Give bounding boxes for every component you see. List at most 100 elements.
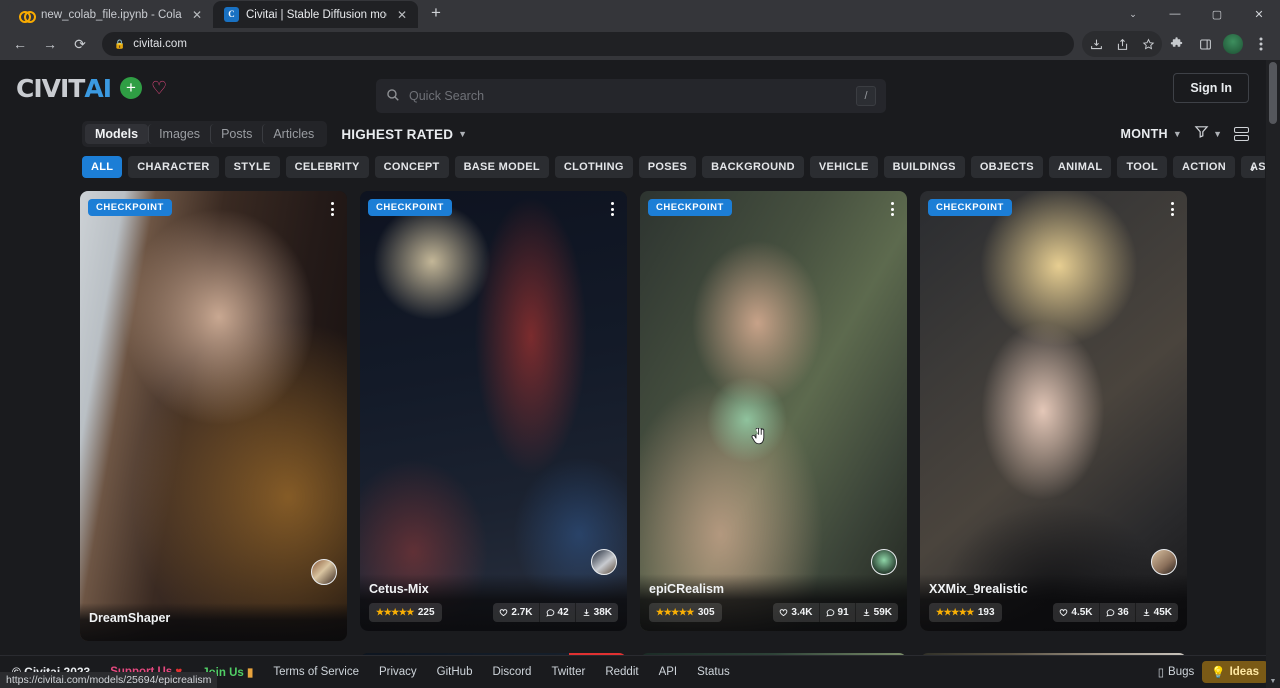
chip-character[interactable]: CHARACTER: [128, 156, 218, 178]
page-scrollbar[interactable]: ▲ ▼: [1266, 60, 1280, 688]
chip-celebrity[interactable]: CELEBRITY: [286, 156, 369, 178]
scrollbar-thumb[interactable]: [1269, 62, 1277, 124]
chip-background[interactable]: BACKGROUND: [702, 156, 804, 178]
model-grid: CHECKPOINT DreamShaper CHECKPOINT Cetus-…: [0, 182, 1265, 688]
colab-icon: [19, 7, 34, 22]
card-menu-icon[interactable]: [1168, 199, 1177, 219]
model-card[interactable]: CHECKPOINT epiCRealism ★★★★★ 305: [640, 191, 907, 631]
stars-icon: ★★★★★: [936, 607, 974, 618]
footer-link-twitter[interactable]: Twitter: [551, 666, 585, 678]
chip-concept[interactable]: CONCEPT: [375, 156, 449, 178]
window-maximize-button[interactable]: ▢: [1196, 0, 1238, 28]
status-badge: CHECKPOINT: [88, 199, 172, 216]
tab-articles[interactable]: Articles: [262, 124, 324, 144]
chip-base-model[interactable]: BASE MODEL: [455, 156, 549, 178]
footer-link-github[interactable]: GitHub: [437, 666, 473, 678]
bookmark-star-icon[interactable]: [1135, 31, 1161, 57]
tab-images[interactable]: Images: [148, 124, 210, 144]
creator-avatar[interactable]: [1151, 549, 1177, 575]
footer-link-privacy[interactable]: Privacy: [379, 666, 417, 678]
model-thumbnail: [920, 191, 1187, 631]
card-menu-icon[interactable]: [608, 199, 617, 219]
model-card[interactable]: CHECKPOINT XXMix_9realistic ★★★★★ 193: [920, 191, 1187, 631]
profile-avatar[interactable]: [1220, 31, 1246, 57]
creator-avatar[interactable]: [311, 559, 337, 585]
browser-tab-civitai[interactable]: C Civitai | Stable Diffusion models, ✕: [213, 1, 418, 28]
scroll-down-icon[interactable]: ▼: [1266, 674, 1280, 688]
logo-part-1: CIVIT: [16, 74, 84, 103]
engagement-pills: 2.7K 42 38K: [493, 603, 618, 622]
chip-tool[interactable]: TOOL: [1117, 156, 1167, 178]
card-menu-icon[interactable]: [328, 199, 337, 219]
downloads-stat: 45K: [1135, 603, 1178, 622]
sign-in-button[interactable]: Sign In: [1173, 73, 1249, 103]
browser-tab-colab[interactable]: new_colab_file.ipynb - Colaborat ✕: [8, 1, 213, 28]
window-close-button[interactable]: ✕: [1238, 0, 1280, 28]
tab-close-icon[interactable]: ✕: [394, 7, 410, 23]
chip-objects[interactable]: OBJECTS: [971, 156, 1043, 178]
chip-animal[interactable]: ANIMAL: [1049, 156, 1112, 178]
engagement-pills: 4.5K 36 45K: [1053, 603, 1178, 622]
footer-link-status[interactable]: Status: [697, 666, 730, 678]
page-content: CIVIT AI + ♡ Quick Search / Sign In: [0, 60, 1265, 688]
filter-button[interactable]: ▼: [1194, 124, 1222, 144]
creator-avatar[interactable]: [871, 549, 897, 575]
forward-button[interactable]: →: [36, 30, 64, 58]
address-bar-url: civitai.com: [133, 38, 187, 50]
chips-scroll-right-icon[interactable]: ›: [1251, 160, 1255, 175]
search-input[interactable]: Quick Search /: [376, 79, 886, 113]
bugs-button[interactable]: ▯ Bugs: [1158, 665, 1195, 679]
chip-clothing[interactable]: CLOTHING: [555, 156, 633, 178]
model-title: DreamShaper: [89, 611, 338, 625]
period-dropdown[interactable]: MONTH ▼: [1121, 127, 1183, 141]
card-menu-icon[interactable]: [888, 199, 897, 219]
create-button[interactable]: +: [120, 77, 142, 99]
creator-avatar[interactable]: [591, 549, 617, 575]
ideas-button[interactable]: 💡 Ideas: [1202, 661, 1268, 683]
status-badge: CHECKPOINT: [368, 199, 452, 216]
window-minimize-button[interactable]: —: [1154, 0, 1196, 28]
card-footer: XXMix_9realistic ★★★★★ 193 4.5K: [920, 574, 1187, 631]
rating-pill: ★★★★★ 225: [369, 603, 442, 622]
chip-style[interactable]: STYLE: [225, 156, 280, 178]
address-bar[interactable]: 🔒 civitai.com: [102, 32, 1074, 56]
nav-right-controls: MONTH ▼ ▼: [1121, 124, 1249, 144]
install-icon[interactable]: [1083, 31, 1109, 57]
model-thumbnail: [80, 191, 347, 641]
heart-icon[interactable]: ♡: [151, 79, 167, 97]
reload-button[interactable]: ⟳: [66, 30, 94, 58]
chip-buildings[interactable]: BUILDINGS: [884, 156, 965, 178]
chip-action[interactable]: ACTION: [1173, 156, 1235, 178]
chrome-menu-icon[interactable]: [1248, 31, 1274, 57]
likes-stat: 3.4K: [773, 603, 818, 622]
tab-models[interactable]: Models: [85, 124, 148, 144]
browser-toolbar: ← → ⟳ 🔒 civitai.com: [0, 28, 1280, 60]
site-logo[interactable]: CIVIT AI + ♡: [16, 74, 167, 103]
side-panel-icon[interactable]: [1192, 31, 1218, 57]
stars-icon: ★★★★★: [376, 607, 414, 618]
new-tab-button[interactable]: +: [422, 0, 450, 27]
footer-link-terms[interactable]: Terms of Service: [273, 666, 359, 678]
tab-posts[interactable]: Posts: [210, 124, 262, 144]
footer-link-api[interactable]: API: [659, 666, 678, 678]
model-card[interactable]: CHECKPOINT DreamShaper: [80, 191, 347, 641]
chevron-down-icon: ▼: [1173, 129, 1182, 139]
chip-vehicle[interactable]: VEHICLE: [810, 156, 878, 178]
tab-close-icon[interactable]: ✕: [189, 7, 205, 23]
footer-link-reddit[interactable]: Reddit: [605, 666, 638, 678]
tab-strip: new_colab_file.ipynb - Colaborat ✕ C Civ…: [0, 0, 1280, 28]
tab-title: new_colab_file.ipynb - Colaborat: [41, 9, 182, 21]
downloads-stat: 38K: [575, 603, 618, 622]
chip-all[interactable]: ALL: [82, 156, 122, 178]
model-card[interactable]: CHECKPOINT Cetus-Mix ★★★★★ 225: [360, 191, 627, 631]
downloads-count: 45K: [1154, 607, 1172, 618]
layout-toggle-icon[interactable]: [1234, 127, 1249, 141]
share-icon[interactable]: [1109, 31, 1135, 57]
model-stats: ★★★★★ 225 2.7K 42: [369, 603, 618, 622]
extensions-puzzle-icon[interactable]: [1164, 31, 1190, 57]
back-button[interactable]: ←: [6, 30, 34, 58]
chip-poses[interactable]: POSES: [639, 156, 696, 178]
footer-link-discord[interactable]: Discord: [492, 666, 531, 678]
tab-search-chevron-icon[interactable]: ⌄: [1112, 0, 1154, 28]
sort-dropdown[interactable]: HIGHEST RATED ▼: [341, 127, 467, 142]
